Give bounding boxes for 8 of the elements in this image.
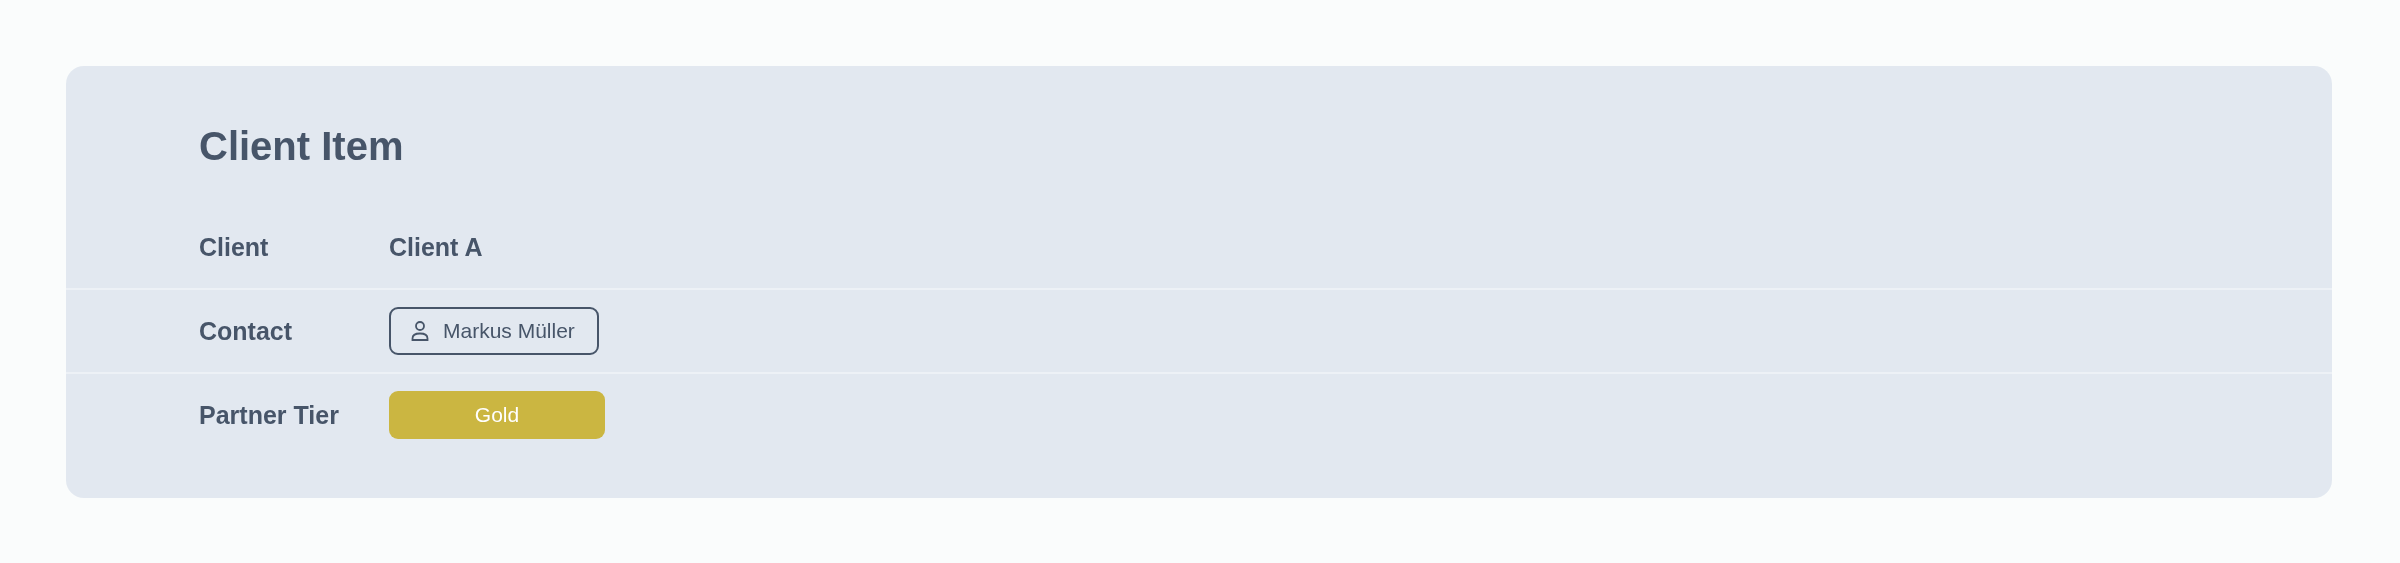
tier-badge: Gold bbox=[389, 391, 605, 439]
person-icon bbox=[411, 321, 429, 341]
contact-chip[interactable]: Markus Müller bbox=[389, 307, 599, 355]
field-label: Partner Tier bbox=[199, 400, 340, 430]
field-label: Client bbox=[199, 232, 270, 262]
field-value: Client A bbox=[389, 232, 483, 262]
field-label: Contact bbox=[199, 316, 294, 346]
card-title: Client Item bbox=[199, 123, 405, 170]
